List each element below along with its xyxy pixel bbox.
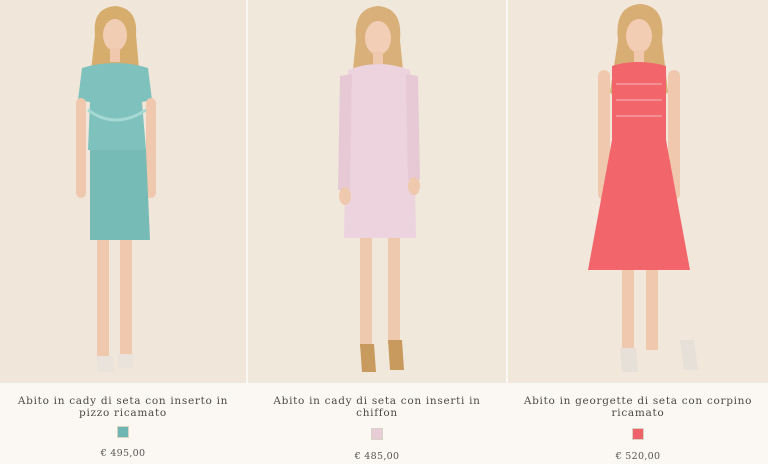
product-card[interactable]: Abito in georgette di seta con corpino r… bbox=[508, 0, 768, 464]
product-price: € 485,00 bbox=[354, 451, 400, 462]
product-card[interactable]: Abito in cady di seta con inserto in piz… bbox=[0, 0, 246, 464]
product-info: Abito in georgette di seta con corpino r… bbox=[508, 383, 768, 464]
product-grid: Abito in cady di seta con inserto in piz… bbox=[0, 0, 768, 464]
product-price: € 495,00 bbox=[100, 448, 146, 459]
color-swatch[interactable] bbox=[117, 426, 129, 438]
product-info: Abito in cady di seta con inserti in chi… bbox=[248, 383, 506, 464]
product-title[interactable]: Abito in cady di seta con inserti in chi… bbox=[248, 395, 506, 419]
product-price: € 520,00 bbox=[615, 451, 661, 462]
product-title[interactable]: Abito in georgette di seta con corpino r… bbox=[508, 395, 768, 419]
product-info: Abito in cady di seta con inserto in piz… bbox=[0, 383, 246, 464]
product-image-aqua[interactable] bbox=[0, 0, 246, 383]
product-title[interactable]: Abito in cady di seta con inserto in piz… bbox=[0, 395, 246, 419]
color-swatch[interactable] bbox=[632, 428, 644, 440]
color-swatch[interactable] bbox=[371, 428, 383, 440]
product-card[interactable]: Abito in cady di seta con inserti in chi… bbox=[248, 0, 506, 464]
product-image-pink[interactable] bbox=[248, 0, 506, 383]
product-image-coral[interactable] bbox=[508, 0, 768, 383]
